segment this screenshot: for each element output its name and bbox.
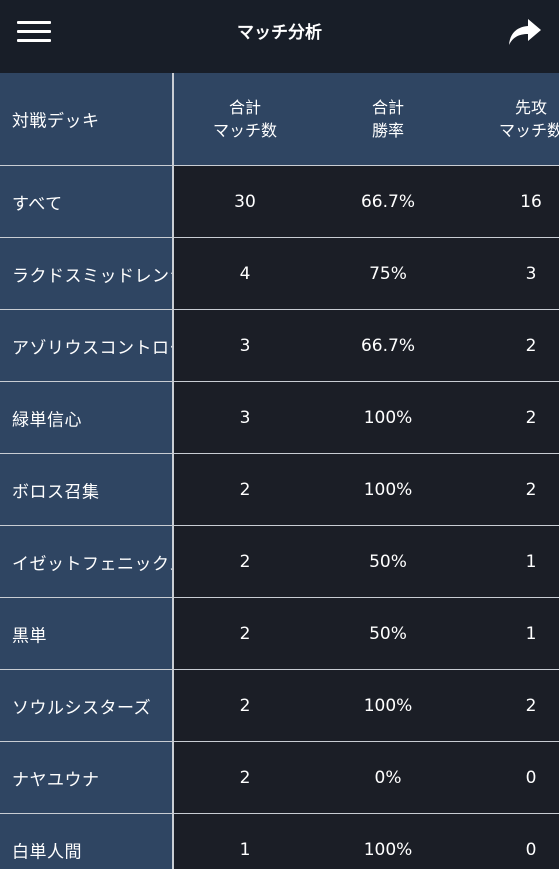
deck-column-label: 対戦デッキ	[12, 111, 100, 132]
deck-name-cell[interactable]: アゾリウスコントロール	[0, 310, 174, 381]
total-matches-value: 2	[239, 551, 251, 572]
total-matches-header[interactable]: 合計 マッチ数	[174, 73, 316, 165]
total-matches-value: 30	[234, 191, 256, 212]
share-icon[interactable]	[507, 17, 543, 47]
app-header: マッチ分析	[0, 0, 559, 74]
deck-name-cell[interactable]: ラクドスミッドレンジ	[0, 238, 174, 309]
total-matches-value: 2	[239, 695, 251, 716]
first-matches-value: 2	[525, 407, 537, 428]
total-winrate-value: 100%	[363, 479, 413, 500]
page-title: マッチ分析	[237, 23, 322, 43]
first-matches-value: 1	[525, 623, 537, 644]
table-row[interactable]: 白単人間 1 100% 0	[0, 814, 559, 869]
first-matches-value: 3	[525, 263, 537, 284]
total-matches-value: 3	[239, 407, 251, 428]
first-matches-value: 0	[525, 839, 537, 860]
total-winrate-value: 100%	[363, 407, 413, 428]
first-matches-value: 16	[520, 191, 542, 212]
total-winrate-value: 66.7%	[360, 191, 415, 212]
total-matches-value: 2	[239, 767, 251, 788]
total-winrate-value: 66.7%	[360, 335, 415, 356]
total-winrate-value: 50%	[369, 551, 407, 572]
deck-name: ソウルシスターズ	[12, 698, 152, 718]
total-winrate-header[interactable]: 合計 勝率	[316, 73, 460, 165]
total-matches-value: 2	[239, 623, 251, 644]
deck-name-cell[interactable]: ソウルシスターズ	[0, 670, 174, 741]
deck-name-cell[interactable]: イゼットフェニックス	[0, 526, 174, 597]
table-row[interactable]: ナヤユウナ 2 0% 0	[0, 742, 559, 814]
deck-name: ナヤユウナ	[12, 770, 100, 790]
first-matches-value: 2	[525, 695, 537, 716]
deck-name: 緑単信心	[12, 410, 82, 430]
total-winrate-value: 50%	[369, 623, 407, 644]
total-matches-value: 4	[239, 263, 251, 284]
first-matches-value: 2	[525, 335, 537, 356]
table-header-row: 対戦デッキ 合計 マッチ数 合計 勝率 先攻 マッチ数	[0, 73, 559, 166]
deck-name: イゼットフェニックス	[12, 554, 174, 574]
first-matches-value: 1	[525, 551, 537, 572]
deck-name-cell[interactable]: すべて	[0, 166, 174, 237]
first-matches-value: 0	[525, 767, 537, 788]
deck-name: アゾリウスコントロール	[12, 338, 172, 358]
total-winrate-value: 0%	[374, 767, 402, 788]
table-row[interactable]: イゼットフェニックス 2 50% 1	[0, 526, 559, 598]
deck-name-cell[interactable]: 黒単	[0, 598, 174, 669]
total-matches-value: 2	[239, 479, 251, 500]
deck-name: 黒単	[12, 626, 47, 646]
deck-name: 白単人間	[12, 842, 82, 862]
table-row[interactable]: ボロス召集 2 100% 2	[0, 454, 559, 526]
table-row[interactable]: アゾリウスコントロール 3 66.7% 2	[0, 310, 559, 382]
deck-name: ボロス召集	[12, 482, 100, 502]
deck-name: ラクドスミッドレンジ	[12, 266, 174, 286]
first-matches-header[interactable]: 先攻 マッチ数	[460, 73, 559, 165]
table-row[interactable]: 緑単信心 3 100% 2	[0, 382, 559, 454]
total-winrate-value: 100%	[363, 695, 413, 716]
table-row[interactable]: 黒単 2 50% 1	[0, 598, 559, 670]
table-row[interactable]: ソウルシスターズ 2 100% 2	[0, 670, 559, 742]
deck-name-cell[interactable]: ナヤユウナ	[0, 742, 174, 813]
total-matches-value: 1	[239, 839, 251, 860]
deck-name: すべて	[12, 194, 63, 214]
deck-name-cell[interactable]: ボロス召集	[0, 454, 174, 525]
table-row[interactable]: ラクドスミッドレンジ 4 75% 3	[0, 238, 559, 310]
total-matches-value: 3	[239, 335, 251, 356]
first-matches-value: 2	[525, 479, 537, 500]
deck-name-cell[interactable]: 白単人間	[0, 814, 174, 869]
total-winrate-value: 75%	[369, 263, 407, 284]
deck-column-header[interactable]: 対戦デッキ	[0, 73, 174, 165]
deck-name-cell[interactable]: 緑単信心	[0, 382, 174, 453]
table-row[interactable]: すべて 30 66.7% 16	[0, 166, 559, 238]
total-winrate-value: 100%	[363, 839, 413, 860]
match-analysis-table: 対戦デッキ 合計 マッチ数 合計 勝率 先攻 マッチ数 すべて 30 66.7% 16 ラクド…	[0, 73, 559, 869]
